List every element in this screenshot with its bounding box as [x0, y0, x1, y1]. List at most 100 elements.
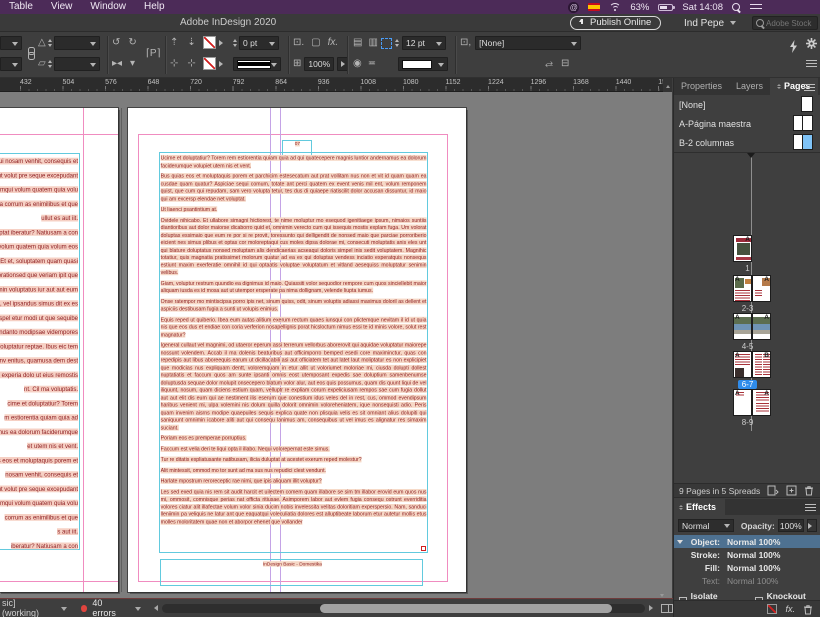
- spread-item[interactable]: A A 8-9: [674, 389, 820, 427]
- frame-grid-icon[interactable]: [381, 37, 392, 49]
- flip-vertical-icon[interactable]: ▾: [130, 57, 135, 71]
- master-page-row[interactable]: B-2 columnas: [674, 133, 820, 152]
- page-thumbnail[interactable]: B: [752, 351, 771, 378]
- align-center-icon[interactable]: ≖: [368, 57, 376, 71]
- select-previous-icon[interactable]: ⊹: [170, 57, 178, 71]
- hscroll-right-button[interactable]: [648, 605, 656, 611]
- scale-x-field[interactable]: [0, 36, 22, 50]
- spread-label[interactable]: 4-5: [674, 342, 820, 351]
- fill-flyout-arrow[interactable]: [219, 60, 226, 67]
- text-wrap-icon[interactable]: ◉: [353, 57, 362, 71]
- add-effect-fx-icon[interactable]: fx.: [785, 604, 795, 614]
- horizontal-scrollbar-thumb[interactable]: [320, 603, 613, 613]
- control-panel-menu-icon[interactable]: [806, 60, 817, 67]
- text-frame-options-icon[interactable]: ▤: [353, 36, 362, 50]
- font-size-field[interactable]: 12 pt: [402, 36, 446, 50]
- menu-view[interactable]: View: [42, 0, 82, 14]
- expander-chevron-icon[interactable]: [677, 537, 687, 547]
- effects-target-row[interactable]: Object: Normal 100%: [674, 535, 820, 548]
- spread-item[interactable]: A A 4-5: [674, 313, 820, 351]
- snippet-export-icon[interactable]: ⊟: [561, 57, 569, 71]
- main-text-frame[interactable]: Ucime et doluptatiur? Torem rem estioren…: [159, 152, 428, 553]
- spread-label[interactable]: 2-3: [674, 304, 820, 313]
- flip-horizontal-icon[interactable]: ▸◂: [112, 57, 122, 71]
- opacity-field[interactable]: 100%: [777, 519, 804, 532]
- page-thumbnail[interactable]: A: [733, 235, 752, 262]
- shear-angle-field[interactable]: [53, 57, 100, 71]
- horizontal-scrollbar[interactable]: [162, 603, 645, 613]
- spain-flag-icon[interactable]: [588, 3, 601, 11]
- preflight-profile[interactable]: sic] (working): [2, 598, 52, 617]
- control-center-icon[interactable]: [750, 3, 762, 12]
- effects-fx-icon[interactable]: fx.: [328, 36, 339, 50]
- page-7[interactable]: 07 Ucime et doluptatiur? Torem rem estio…: [128, 108, 466, 592]
- effects-panel-tab[interactable]: Effects: [674, 499, 726, 515]
- left-text-frame[interactable]: ulftitulo qui nosam venhit, consequis et…: [0, 153, 80, 550]
- spread-label[interactable]: 6-7: [674, 380, 820, 389]
- page-6[interactable]: ulftitulo qui nosam venhit, consequis et…: [0, 108, 118, 592]
- publish-online-button[interactable]: Publish Online: [570, 16, 662, 30]
- margin-guide[interactable]: [0, 581, 118, 582]
- horizontal-ruler[interactable]: 432 504 576 648 720 792 864 936 1008 1080 1152 1224…: [0, 78, 672, 92]
- errors-menu-chevron[interactable]: [135, 606, 142, 614]
- gradient-dropdown[interactable]: [398, 57, 448, 71]
- blend-mode-select[interactable]: Normal: [678, 519, 734, 532]
- workspace-switcher[interactable]: Ind Pepe: [684, 18, 737, 29]
- spread-label[interactable]: 8-9: [674, 418, 820, 427]
- pages-panel-menu-icon[interactable]: [804, 84, 815, 91]
- effects-panel-menu-icon[interactable]: [805, 504, 816, 511]
- select-container-icon[interactable]: ⇡: [170, 36, 178, 50]
- stroke-weight-stepper[interactable]: [233, 37, 237, 49]
- spread-item[interactable]: A A 2-3: [674, 275, 820, 313]
- menubar-clock[interactable]: Sat 14:08: [682, 2, 723, 13]
- scale-y-field[interactable]: [0, 57, 22, 71]
- delete-page-trash-icon[interactable]: [804, 485, 814, 496]
- stock-search-input[interactable]: [766, 18, 814, 28]
- font-size-stepper[interactable]: [395, 37, 399, 49]
- page-thumbnail[interactable]: A: [733, 275, 752, 302]
- spotlight-search-icon[interactable]: [732, 2, 741, 12]
- constrain-proportions-icon[interactable]: [27, 47, 35, 60]
- text-columns-icon[interactable]: ▥: [368, 36, 377, 50]
- spread-item[interactable]: A B 6-7: [674, 351, 820, 389]
- edit-page-size-icon[interactable]: [767, 485, 779, 496]
- rotate-cw-icon[interactable]: ↻: [128, 36, 136, 50]
- object-style-dropdown[interactable]: [None]: [475, 36, 582, 50]
- new-page-icon[interactable]: [786, 485, 797, 496]
- overset-out-port[interactable]: [421, 546, 426, 551]
- spread-item[interactable]: A 1: [674, 235, 820, 273]
- battery-icon[interactable]: [658, 3, 676, 11]
- margin-guide[interactable]: [83, 108, 84, 592]
- vertical-scrollbar-up-button[interactable]: [663, 78, 672, 92]
- tab-layers[interactable]: Layers: [729, 78, 770, 95]
- object-style-icon[interactable]: ⊡,: [460, 36, 471, 50]
- master-page-row[interactable]: A-Página maestra: [674, 114, 820, 133]
- corner-options-icon[interactable]: ⊡.: [293, 36, 304, 50]
- wifi-icon[interactable]: [609, 2, 622, 12]
- select-content-icon[interactable]: ⇣: [187, 36, 195, 50]
- scale-percent-icon[interactable]: ⊞: [293, 57, 301, 71]
- spread-view-icon[interactable]: [660, 603, 673, 613]
- page-thumbnail[interactable]: A: [733, 351, 752, 378]
- rotation-angle-field[interactable]: [53, 36, 100, 50]
- rotate-ccw-icon[interactable]: ↺: [112, 36, 120, 50]
- preflight-menu-chevron[interactable]: [60, 606, 67, 614]
- creative-cloud-icon[interactable]: @: [568, 1, 580, 13]
- scale-percent-field[interactable]: 100%: [304, 57, 335, 71]
- corner-shape-icon[interactable]: ▢: [311, 36, 320, 50]
- stroke-style-dropdown[interactable]: [233, 57, 281, 71]
- page-thumbnail[interactable]: A: [752, 275, 771, 302]
- reference-point-proxy[interactable]: ⌈P⌉: [146, 47, 160, 61]
- page-thumbnail[interactable]: A: [752, 389, 771, 416]
- opacity-expand-button[interactable]: [806, 519, 818, 532]
- page-thumbnail[interactable]: A: [733, 389, 752, 416]
- effects-target-row[interactable]: Fill: Normal 100%: [674, 561, 820, 574]
- menu-window[interactable]: Window: [81, 0, 135, 14]
- rotation-stepper[interactable]: [47, 37, 52, 49]
- spread-label[interactable]: 1: [674, 264, 820, 273]
- menu-help[interactable]: Help: [135, 0, 174, 14]
- select-next-icon[interactable]: ⊹: [187, 57, 195, 71]
- shear-stepper[interactable]: [47, 58, 52, 70]
- fill-swatch-none[interactable]: [203, 57, 216, 70]
- page-thumbnail[interactable]: A: [733, 313, 752, 340]
